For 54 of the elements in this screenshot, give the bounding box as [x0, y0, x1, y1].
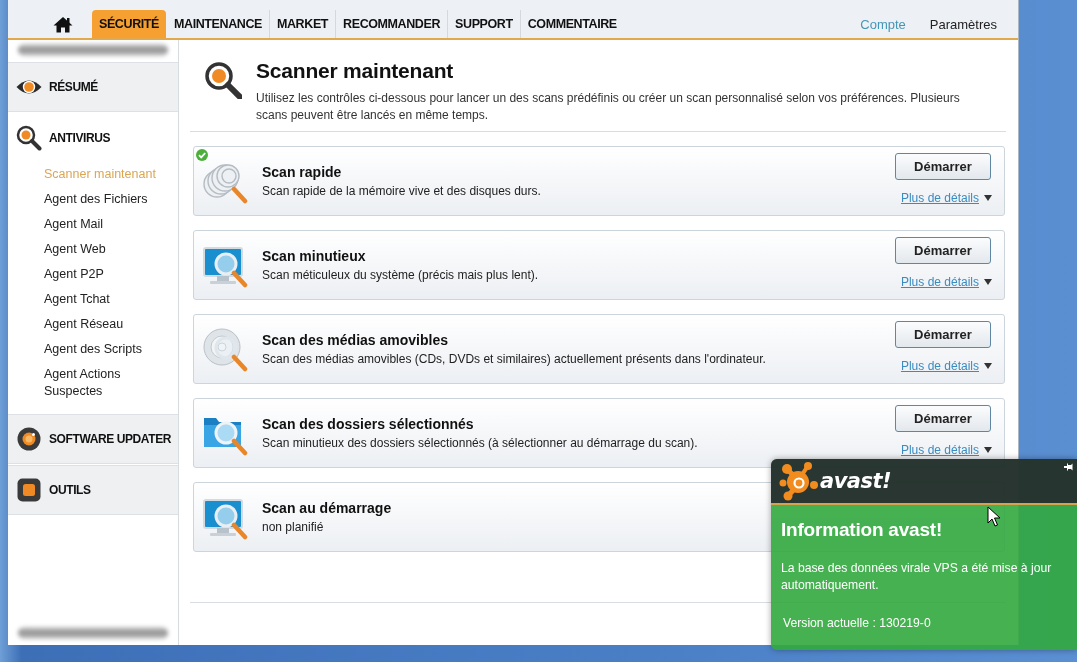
scan-title: Scan rapide [262, 163, 342, 181]
scan-description: Scan méticuleux du système (précis mais plus lent). [262, 267, 539, 283]
nav-link[interactable]: Paramètres [929, 10, 997, 38]
caret-icon[interactable] [984, 363, 992, 369]
sidebar-item[interactable]: Agent Réseau [44, 312, 124, 337]
scan-title: Scan des médias amovibles [262, 331, 448, 349]
sidebar-item[interactable]: Agent des Scripts [44, 337, 142, 362]
scan-description: non planifié [262, 519, 324, 535]
magnifier-icon [204, 61, 242, 99]
popup-title: Information avast! [781, 518, 943, 542]
nav-tab[interactable]: RECOMMANDER [335, 10, 448, 38]
nav-tab[interactable]: SUPPORT [447, 10, 520, 38]
sidebar-category[interactable]: SOFTWARE UPDATER [8, 415, 178, 463]
scan-description: Scan des médias amovibles (CDs, DVDs et similaires) actuellement présents dans l'ordinateur. [262, 351, 766, 367]
cursor-icon [987, 506, 1001, 527]
disc-magnifier-icon [201, 326, 249, 372]
caret-icon[interactable] [984, 447, 992, 453]
sidebar-item[interactable]: Agent Web [44, 237, 106, 262]
square-icon [17, 478, 41, 502]
page-description: Utilisez les contrôles ci-dessous pour lancer un des scans prédéfinis ou créer un scan personnalisé selon vos préférences. Plusieurs scans peuvent être lancés en même temps. [256, 90, 961, 124]
sidebar-category[interactable]: RÉSUMÉ [8, 63, 178, 111]
sidebar-category[interactable]: ANTIVIRUS [8, 114, 178, 162]
home-icon[interactable] [53, 15, 73, 33]
sidebar-item[interactable]: Agent P2P [44, 262, 104, 287]
magnifier-icon [16, 125, 42, 151]
caret-icon[interactable] [984, 279, 992, 285]
nav-tab[interactable]: MAINTENANCE [166, 10, 269, 38]
pin-icon[interactable] [1063, 462, 1073, 472]
start-button[interactable]: Démarrer [895, 321, 991, 348]
nav-tab[interactable]: MARKET [269, 10, 336, 38]
sidebar-item[interactable]: Agent Actions Suspectes [44, 362, 166, 404]
target-icon [17, 427, 41, 451]
scan-title: Scan des dossiers sélectionnés [262, 415, 474, 433]
blob-logo-icon [779, 461, 819, 501]
start-button[interactable]: Démarrer [895, 153, 991, 180]
scan-description: Scan minutieux des dossiers sélectionnés (à sélectionner au démarrage du scan). [262, 435, 698, 451]
version-text: Version actuelle : 130219-0 [783, 615, 931, 632]
sidebar-category[interactable]: OUTILS [8, 466, 178, 514]
check-icon [196, 149, 208, 161]
sidebar-item[interactable]: Agent Mail [44, 212, 104, 237]
nav-tab[interactable]: SÉCURITÉ [92, 10, 166, 38]
scan-description: Scan rapide de la mémoire vive et des disques durs. [262, 183, 541, 199]
page-title: Scanner maintenant [256, 58, 454, 84]
popup-message: La base des données virale VPS a été mise à jour automatiquement. [781, 560, 1053, 594]
scan-title: Scan au démarrage [262, 499, 392, 517]
start-button[interactable]: Démarrer [895, 237, 991, 264]
caret-icon[interactable] [984, 195, 992, 201]
start-button[interactable]: Démarrer [895, 405, 991, 432]
sidebar-item[interactable]: Agent Tchat [44, 287, 110, 312]
nav-tab[interactable]: COMMENTAIRE [519, 10, 624, 38]
eye-icon [16, 78, 42, 96]
sidebar-item[interactable]: Agent des Fichiers [44, 187, 148, 212]
scan-title: Scan minutieux [262, 247, 366, 265]
brand-name: avast! [820, 469, 892, 493]
